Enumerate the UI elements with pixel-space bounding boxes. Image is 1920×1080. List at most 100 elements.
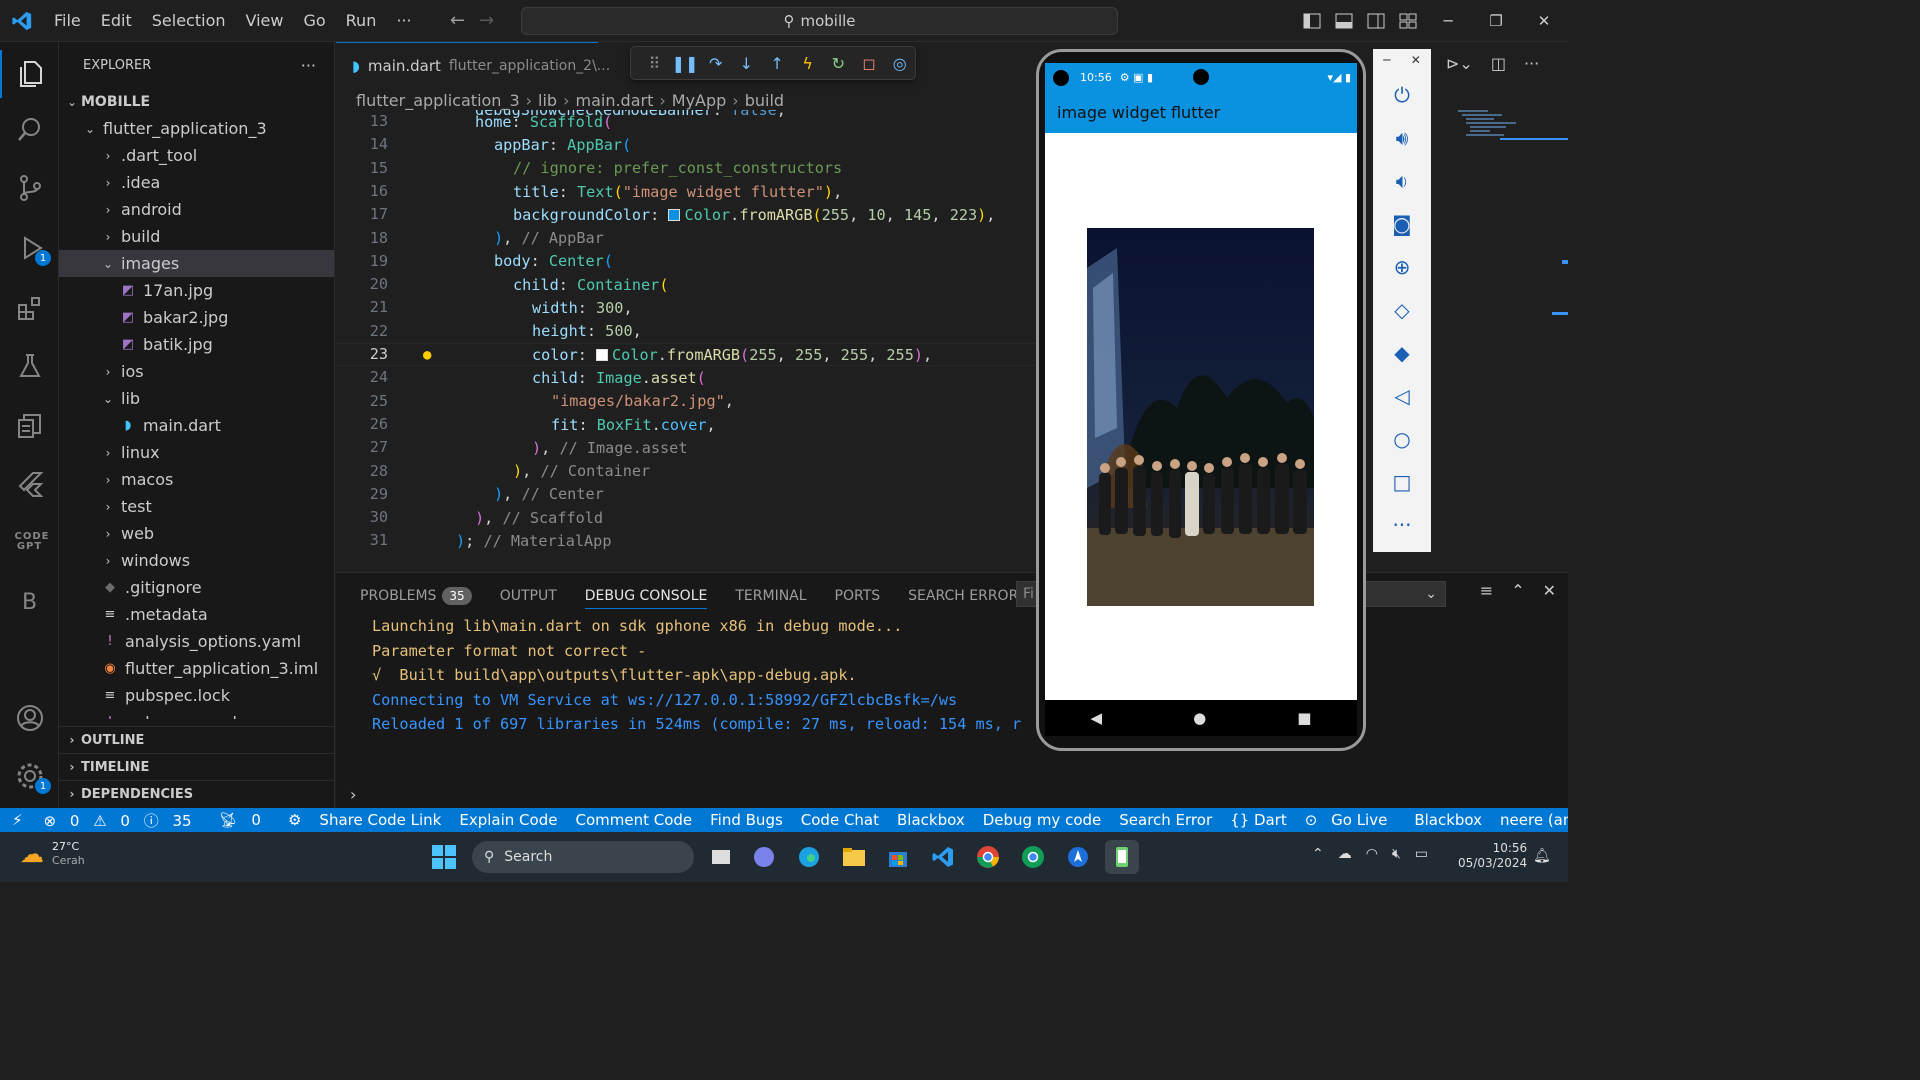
maximize-panel-icon[interactable]: ⌃ — [1511, 581, 1524, 600]
battery-icon[interactable]: ▭ — [1415, 846, 1428, 862]
stop-icon[interactable]: ◻ — [854, 47, 885, 79]
home-icon[interactable]: ● — [1193, 709, 1206, 727]
home-circle-icon[interactable]: ○ — [1373, 421, 1431, 457]
status-item-blackbox[interactable]: Blackbox — [888, 811, 974, 829]
device-selector[interactable]: neere (android-x86 emulator) — [1491, 811, 1568, 829]
accounts-icon[interactable] — [0, 694, 59, 742]
workspace-root[interactable]: ⌄ MOBILLE — [59, 88, 334, 115]
tree-item-ios[interactable]: › ios — [59, 358, 334, 385]
tree-item--metadata[interactable]: ≡ .metadata — [59, 601, 334, 628]
panel-tab-debug-console[interactable]: DEBUG CONSOLE — [584, 588, 708, 609]
tree-item-macos[interactable]: › macos — [59, 466, 334, 493]
chevron-down-icon[interactable]: ⌄ — [1425, 586, 1437, 602]
status-item-debug-my-code[interactable]: Debug my code — [974, 811, 1111, 829]
vscode-taskbar-icon[interactable] — [926, 840, 960, 874]
search-icon[interactable] — [0, 106, 59, 154]
zoom-icon[interactable]: ⊕ — [1373, 249, 1431, 285]
breadcrumb-item[interactable]: MyApp — [672, 91, 727, 110]
color-swatch-blue[interactable] — [668, 209, 681, 222]
hot-reload-icon[interactable]: ϟ — [792, 47, 823, 79]
cloud-icon[interactable]: ☁ — [1338, 846, 1352, 862]
status-item-code-chat[interactable]: Code Chat — [792, 811, 888, 829]
color-swatch-white[interactable] — [596, 349, 609, 362]
more-options-icon[interactable]: ··· — [1373, 507, 1431, 543]
console-prompt-icon[interactable]: › — [350, 785, 356, 804]
back-arrow-icon[interactable]: ← — [450, 10, 465, 31]
ports-indicator[interactable]: 📡︎ 0 — [210, 811, 279, 829]
file-explorer-icon[interactable] — [837, 840, 871, 874]
section-outline[interactable]: › OUTLINE — [59, 726, 335, 753]
menu-item-2[interactable]: Selection — [142, 11, 236, 30]
blackbox-status[interactable]: Blackbox — [1405, 811, 1491, 829]
volume-up-icon[interactable]: 🔊︎ — [1373, 120, 1431, 156]
code-editor[interactable]: debugShowCheckedModeBanner: false, 13141… — [336, 110, 1036, 572]
app-taskbar-icon[interactable] — [1061, 840, 1095, 874]
emulator-close-icon[interactable]: ✕ — [1411, 53, 1421, 67]
flutter-icon[interactable] — [0, 460, 59, 508]
menu-item-5[interactable]: Run — [336, 11, 387, 30]
breadcrumb-item[interactable]: flutter_application_3 — [356, 91, 520, 110]
tree-item-bakar2-jpg[interactable]: ◩ bakar2.jpg — [59, 304, 334, 331]
tree-item--gitignore[interactable]: ◆ .gitignore — [59, 574, 334, 601]
recents-icon[interactable]: ■ — [1297, 709, 1311, 727]
minimize-button[interactable]: ─ — [1424, 0, 1472, 42]
emulator-minimize-icon[interactable]: ─ — [1383, 53, 1390, 67]
back-icon[interactable]: ◀ — [1091, 709, 1103, 727]
menu-item-6[interactable]: ··· — [386, 11, 421, 30]
tree-item-build[interactable]: › build — [59, 223, 334, 250]
rotate-right-icon[interactable]: ◆ — [1373, 335, 1431, 371]
panel-tab-ports[interactable]: PORTS — [835, 588, 881, 604]
toggle-primary-sidebar-icon[interactable] — [1296, 0, 1328, 42]
restore-button[interactable]: ❐ — [1472, 0, 1520, 42]
status-item-find-bugs[interactable]: Find Bugs — [701, 811, 792, 829]
notification-center-icon[interactable]: 🔔︎ — [1533, 848, 1551, 864]
manage-gear-icon[interactable]: 1 — [0, 752, 59, 800]
codegpt-icon[interactable]: CODE GPT — [0, 518, 59, 566]
camera-screenshot-icon[interactable]: ◙ — [1373, 206, 1431, 242]
testing-icon[interactable] — [0, 342, 59, 390]
clock[interactable]: 10:56 05/03/2024 — [1458, 841, 1527, 871]
problems-indicator[interactable]: ⊗ 0 ⚠ 0 ⓘ 35 — [35, 810, 210, 831]
more-actions-icon[interactable]: ··· — [301, 56, 316, 75]
edge-browser-icon[interactable] — [792, 840, 826, 874]
emulator-taskbar-icon[interactable] — [1105, 840, 1139, 874]
remote-indicator-icon[interactable]: ⚡ — [0, 811, 35, 829]
step-out-icon[interactable]: ↑ — [762, 47, 793, 79]
tree-item-images[interactable]: ⌄ images — [59, 250, 334, 277]
menu-item-3[interactable]: View — [236, 11, 294, 30]
explorer-icon[interactable] — [0, 50, 59, 98]
run-debug-dropdown-icon[interactable]: ⊳⌄ — [1446, 54, 1473, 73]
step-over-icon[interactable]: ↷ — [700, 47, 731, 79]
taskbar-search[interactable]: ⚲ Search — [472, 841, 694, 873]
devtools-icon[interactable]: ◎ — [884, 47, 915, 79]
menu-item-1[interactable]: Edit — [91, 11, 142, 30]
chrome-icon[interactable] — [971, 840, 1005, 874]
status-item-explain-code[interactable]: Explain Code — [450, 811, 566, 829]
go-live-button[interactable]: ⊙ Go Live — [1296, 811, 1406, 829]
wifi-icon[interactable]: ◠ — [1366, 846, 1378, 862]
tree-item-test[interactable]: › test — [59, 493, 334, 520]
panel-tab-output[interactable]: OUTPUT — [500, 588, 557, 604]
menu-item-0[interactable]: File — [44, 11, 91, 30]
pause-icon[interactable]: ❚❚ — [670, 47, 701, 79]
volume-muted-icon[interactable]: 🔇︎ — [1392, 846, 1401, 862]
remote-explorer-icon[interactable] — [0, 402, 59, 450]
panel-tab-problems[interactable]: PROBLEMS 35 — [360, 587, 472, 605]
volume-down-icon[interactable]: 🔉︎ — [1373, 163, 1431, 199]
step-into-icon[interactable]: ↓ — [731, 47, 762, 79]
more-editor-actions-icon[interactable]: ··· — [1524, 54, 1539, 73]
breadcrumb-item[interactable]: build — [745, 91, 784, 110]
tray-overflow-chevron-icon[interactable]: ⌃ — [1312, 846, 1324, 862]
command-center-search[interactable]: ⚲ mobille — [521, 7, 1118, 35]
weather-widget[interactable]: ☁ 27°C Cerah — [20, 840, 85, 868]
minimap[interactable] — [1440, 100, 1568, 570]
tree-item-web[interactable]: › web — [59, 520, 334, 547]
tree-item-flutter-application-3[interactable]: ⌄ flutter_application_3 — [59, 115, 334, 142]
tree-item-pubspec-lock[interactable]: ≡ pubspec.lock — [59, 682, 334, 709]
teams-chat-icon[interactable] — [747, 840, 781, 874]
tree-item-main-dart[interactable]: ◗ main.dart — [59, 412, 334, 439]
chrome-profile-icon[interactable] — [1016, 840, 1050, 874]
tree-item-flutter-application-3-iml[interactable]: ◉ flutter_application_3.iml — [59, 655, 334, 682]
panel-tab-search-error[interactable]: SEARCH ERROR — [908, 588, 1018, 604]
tree-item-analysis-options-yaml[interactable]: ! analysis_options.yaml — [59, 628, 334, 655]
